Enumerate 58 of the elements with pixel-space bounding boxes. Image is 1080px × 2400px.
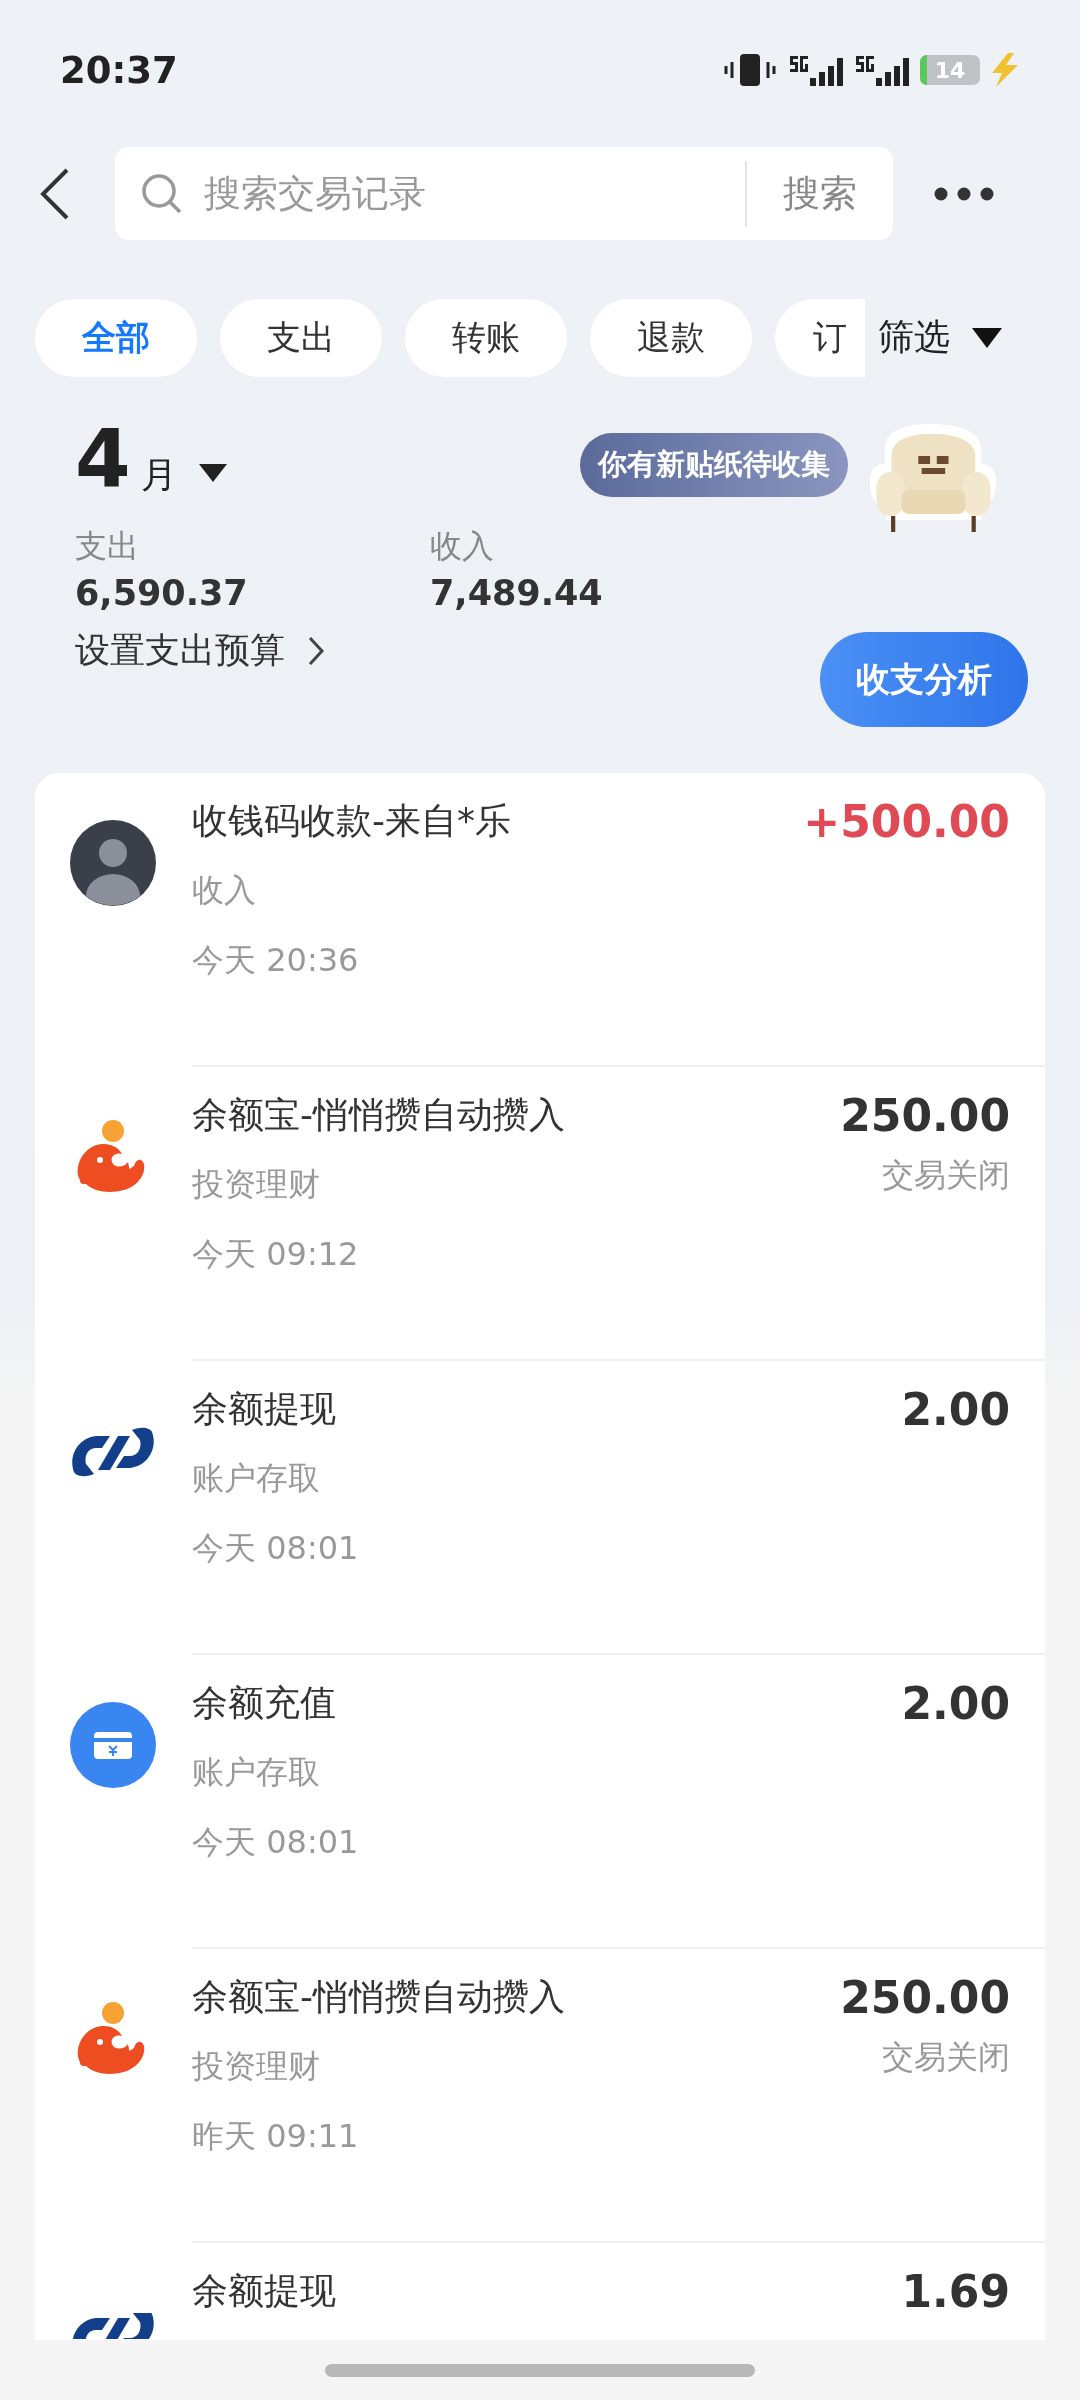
transaction-amount: 1.69 <box>901 2265 1010 2317</box>
budget-link[interactable]: 设置支出预算 <box>75 627 325 674</box>
lightning-icon <box>990 53 1020 87</box>
transaction-amount: 2.00 <box>901 1383 1010 1435</box>
transaction-row[interactable]: 余额宝-悄悄攒自动攒入 250.00 投资理财 交易关闭 今天 09:12 <box>35 1067 1045 1361</box>
transaction-title: 余额宝-悄悄攒自动攒入 <box>192 1092 566 1137</box>
transaction-amount: 250.00 <box>840 1089 1010 1141</box>
transaction-row[interactable]: 余额提现 2.00 账户存取 今天 08:01 <box>35 1361 1045 1655</box>
avatar-icon <box>70 820 156 906</box>
transaction-time: 昨天 09:11 <box>192 2116 360 2157</box>
summary-amount: 6,590.37 <box>75 573 249 613</box>
vibrate-icon <box>722 52 778 88</box>
linked-rings-icon <box>70 2313 156 2339</box>
transaction-row[interactable]: 余额宝-悄悄攒自动攒入 250.00 投资理财 交易关闭 昨天 09:11 <box>35 1949 1045 2243</box>
dropdown-icon[interactable] <box>198 464 227 482</box>
transaction-status: 交易关闭 <box>881 1155 1010 1196</box>
transaction-time: 今天 08:01 <box>192 1528 360 1569</box>
transaction-time: 今天 20:36 <box>192 940 360 981</box>
transaction-category: 投资理财 <box>192 1164 321 1205</box>
transaction-amount: 250.00 <box>840 1971 1010 2023</box>
summary-label: 支出 <box>75 526 140 567</box>
filter-tab[interactable]: 订 <box>775 298 865 377</box>
search-button[interactable]: 搜索 <box>745 160 893 227</box>
transaction-title: 余额提现 <box>192 2268 337 2313</box>
search-field[interactable]: 搜索交易记录 搜索 <box>115 147 893 240</box>
more-icon[interactable] <box>933 185 995 202</box>
summary-label: 收入 <box>430 526 495 567</box>
card-icon <box>70 1702 156 1788</box>
transaction-amount: +500.00 <box>803 795 1010 847</box>
transaction-title: 收钱码收款-来自*乐 <box>192 798 512 843</box>
filter-tab[interactable]: 转账 <box>405 298 567 377</box>
transaction-title: 余额提现 <box>192 1386 337 1431</box>
transaction-category: 账户存取 <box>192 1458 321 1499</box>
status-time: 20:37 <box>60 48 178 92</box>
battery-level: 14 <box>920 55 980 85</box>
filter-tab[interactable]: 支出 <box>220 298 382 377</box>
search-icon <box>140 171 184 216</box>
summary-amount: 7,489.44 <box>430 573 604 613</box>
dropdown-icon <box>972 327 1002 348</box>
filter-tab[interactable]: 退款 <box>590 298 752 377</box>
month-number[interactable]: 4 <box>75 420 131 500</box>
transaction-amount: 2.00 <box>901 1677 1010 1729</box>
transaction-category: 收入 <box>192 870 257 911</box>
sticker-bubble[interactable]: 你有新贴纸待收集 <box>580 433 848 497</box>
analysis-button[interactable]: 收支分析 <box>820 632 1028 727</box>
chevron-right-icon <box>307 634 325 667</box>
transaction-category: 投资理财 <box>192 2046 321 2087</box>
transaction-time: 今天 08:01 <box>192 1822 360 1863</box>
transaction-category: 账户存取 <box>192 1752 321 1793</box>
transaction-row[interactable]: 余额充值 2.00 账户存取 今天 08:01 <box>35 1655 1045 1949</box>
transaction-title: 余额宝-悄悄攒自动攒入 <box>192 1974 566 2019</box>
transaction-title: 余额充值 <box>192 1680 337 1725</box>
transaction-row[interactable]: 收钱码收款-来自*乐 +500.00 收入 今天 20:36 <box>35 773 1045 1067</box>
transaction-time: 今天 09:12 <box>192 1234 360 1275</box>
filter-button[interactable]: 筛选 <box>878 313 1002 362</box>
transaction-status: 交易关闭 <box>881 2037 1010 2078</box>
month-unit[interactable]: 月 <box>140 450 177 500</box>
filter-tab[interactable]: 全部 <box>35 298 197 377</box>
